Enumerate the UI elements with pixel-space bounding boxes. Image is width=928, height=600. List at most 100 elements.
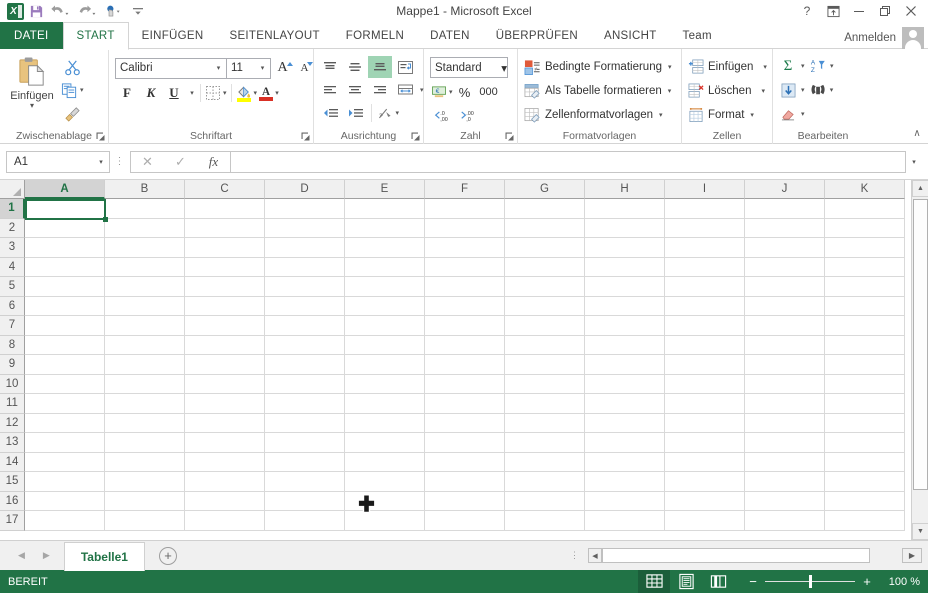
restore-icon[interactable] bbox=[872, 1, 898, 21]
cell-E7[interactable] bbox=[345, 316, 425, 336]
hscroll-right-button[interactable]: ▶ bbox=[902, 548, 922, 563]
cell-E2[interactable] bbox=[345, 218, 425, 238]
cell-E10[interactable] bbox=[345, 374, 425, 394]
clipboard-dialog-launcher[interactable] bbox=[96, 132, 107, 143]
row-header-15[interactable]: 15 bbox=[0, 472, 25, 492]
view-page-break-button[interactable] bbox=[702, 570, 734, 593]
cell-K7[interactable] bbox=[825, 316, 905, 336]
row-header-12[interactable]: 12 bbox=[0, 413, 25, 433]
align-top-button[interactable] bbox=[318, 56, 342, 78]
cell-F16[interactable] bbox=[425, 491, 505, 511]
copy-caret-icon[interactable]: ▾ bbox=[80, 86, 84, 94]
zoom-control[interactable]: − + bbox=[734, 574, 882, 589]
cell-styles-caret-icon[interactable]: ▾ bbox=[659, 111, 663, 119]
column-header-k[interactable]: K bbox=[825, 180, 905, 199]
cell-D4[interactable] bbox=[265, 257, 345, 277]
cell-A3[interactable] bbox=[25, 238, 105, 258]
delete-cells-caret-icon[interactable]: ▾ bbox=[761, 87, 765, 95]
cell-G11[interactable] bbox=[505, 394, 585, 414]
cell-K10[interactable] bbox=[825, 374, 905, 394]
cell-E11[interactable] bbox=[345, 394, 425, 414]
underline-caret-icon[interactable]: ▾ bbox=[185, 82, 197, 104]
tab-formeln[interactable]: FORMELN bbox=[333, 22, 417, 49]
align-bottom-button[interactable] bbox=[368, 56, 392, 78]
cell-A7[interactable] bbox=[25, 316, 105, 336]
cell-B8[interactable] bbox=[105, 335, 185, 355]
font-name-combo[interactable]: Calibri ▾ bbox=[115, 57, 227, 79]
clear-caret-icon[interactable]: ▾ bbox=[801, 110, 805, 118]
cell-E14[interactable] bbox=[345, 452, 425, 472]
vertical-scroll-thumb[interactable] bbox=[913, 199, 928, 490]
cell-J12[interactable] bbox=[745, 413, 825, 433]
customize-qat-icon[interactable] bbox=[128, 1, 148, 21]
cell-F15[interactable] bbox=[425, 472, 505, 492]
row-header-1[interactable]: 1 bbox=[0, 199, 25, 219]
tab-ansicht[interactable]: ANSICHT bbox=[591, 22, 670, 49]
sheet-tab-tabelle1[interactable]: Tabelle1 bbox=[63, 542, 145, 571]
cell-H3[interactable] bbox=[585, 238, 665, 258]
cell-J6[interactable] bbox=[745, 296, 825, 316]
cell-J14[interactable] bbox=[745, 452, 825, 472]
sheet-prev-icon[interactable]: ◀ bbox=[18, 550, 25, 561]
cell-H9[interactable] bbox=[585, 355, 665, 375]
cell-D13[interactable] bbox=[265, 433, 345, 453]
cell-A16[interactable] bbox=[25, 491, 105, 511]
cell-H10[interactable] bbox=[585, 374, 665, 394]
underline-button[interactable]: U bbox=[163, 82, 185, 104]
view-page-layout-button[interactable] bbox=[670, 570, 702, 593]
cell-D10[interactable] bbox=[265, 374, 345, 394]
cell-G8[interactable] bbox=[505, 335, 585, 355]
cell-K3[interactable] bbox=[825, 238, 905, 258]
cell-H11[interactable] bbox=[585, 394, 665, 414]
cell-G17[interactable] bbox=[505, 511, 585, 531]
cell-I13[interactable] bbox=[665, 433, 745, 453]
cell-H1[interactable] bbox=[585, 199, 665, 219]
format-painter-button[interactable] bbox=[60, 102, 85, 124]
format-as-table-button[interactable]: Als Tabelle formatieren ▾ bbox=[522, 79, 675, 103]
row-header-4[interactable]: 4 bbox=[0, 257, 25, 277]
cell-J8[interactable] bbox=[745, 335, 825, 355]
cell-K15[interactable] bbox=[825, 472, 905, 492]
cell-C17[interactable] bbox=[185, 511, 265, 531]
cell-C6[interactable] bbox=[185, 296, 265, 316]
cell-K16[interactable] bbox=[825, 491, 905, 511]
cell-D11[interactable] bbox=[265, 394, 345, 414]
cell-G16[interactable] bbox=[505, 491, 585, 511]
fill-button[interactable] bbox=[777, 79, 799, 101]
wrap-text-button[interactable] bbox=[393, 56, 417, 78]
font-size-combo[interactable]: 11 ▾ bbox=[227, 57, 271, 79]
undo-icon[interactable] bbox=[47, 1, 73, 21]
vertical-scrollbar[interactable]: ▲ ▼ bbox=[911, 180, 928, 540]
cell-J3[interactable] bbox=[745, 238, 825, 258]
row-header-17[interactable]: 17 bbox=[0, 511, 25, 531]
cell-J16[interactable] bbox=[745, 491, 825, 511]
cell-H17[interactable] bbox=[585, 511, 665, 531]
cell-C8[interactable] bbox=[185, 335, 265, 355]
cell-A5[interactable] bbox=[25, 277, 105, 297]
hscroll-left-button[interactable]: ◀ bbox=[588, 548, 602, 563]
number-dialog-launcher[interactable] bbox=[505, 132, 516, 143]
cell-B10[interactable] bbox=[105, 374, 185, 394]
cell-C1[interactable] bbox=[185, 199, 265, 219]
cell-I4[interactable] bbox=[665, 257, 745, 277]
cell-E8[interactable] bbox=[345, 335, 425, 355]
cell-F4[interactable] bbox=[425, 257, 505, 277]
cell-J5[interactable] bbox=[745, 277, 825, 297]
cell-F17[interactable] bbox=[425, 511, 505, 531]
cell-J11[interactable] bbox=[745, 394, 825, 414]
sort-filter-button[interactable]: A Z ▾ bbox=[809, 55, 835, 77]
font-name-chevron-down-icon[interactable]: ▾ bbox=[211, 59, 226, 78]
cell-I17[interactable] bbox=[665, 511, 745, 531]
sheet-splitter-grip[interactable]: ⋮ bbox=[570, 550, 588, 561]
cell-E17[interactable] bbox=[345, 511, 425, 531]
cell-J4[interactable] bbox=[745, 257, 825, 277]
cell-F3[interactable] bbox=[425, 238, 505, 258]
cell-J15[interactable] bbox=[745, 472, 825, 492]
cell-G9[interactable] bbox=[505, 355, 585, 375]
cell-A2[interactable] bbox=[25, 218, 105, 238]
cell-A14[interactable] bbox=[25, 452, 105, 472]
cell-C15[interactable] bbox=[185, 472, 265, 492]
cell-B17[interactable] bbox=[105, 511, 185, 531]
cell-E1[interactable] bbox=[345, 199, 425, 219]
cell-H4[interactable] bbox=[585, 257, 665, 277]
